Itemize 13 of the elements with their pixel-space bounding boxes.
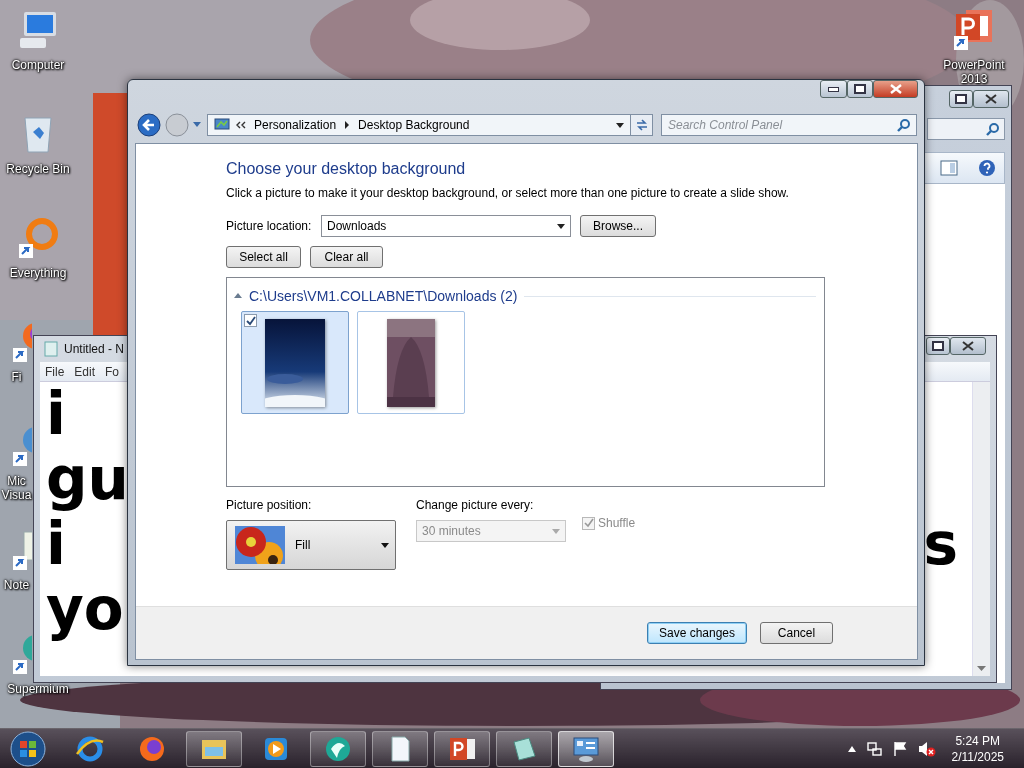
network-icon[interactable] <box>865 740 882 757</box>
taskbar-button[interactable] <box>434 730 490 767</box>
start-button[interactable] <box>9 729 47 768</box>
taskbar-button[interactable] <box>496 730 552 767</box>
taskbar-button[interactable] <box>558 730 614 767</box>
flag-icon[interactable] <box>891 740 908 757</box>
clock-time[interactable]: 5:24 PM <box>955 732 1001 749</box>
show-hidden-icon[interactable] <box>847 745 856 752</box>
taskbar-button[interactable] <box>310 730 366 767</box>
taskbar-button[interactable] <box>372 730 428 767</box>
taskbar-button[interactable] <box>186 730 242 767</box>
clock-date[interactable]: 2/11/2025 <box>951 748 1004 765</box>
volume-icon[interactable] <box>917 740 936 757</box>
